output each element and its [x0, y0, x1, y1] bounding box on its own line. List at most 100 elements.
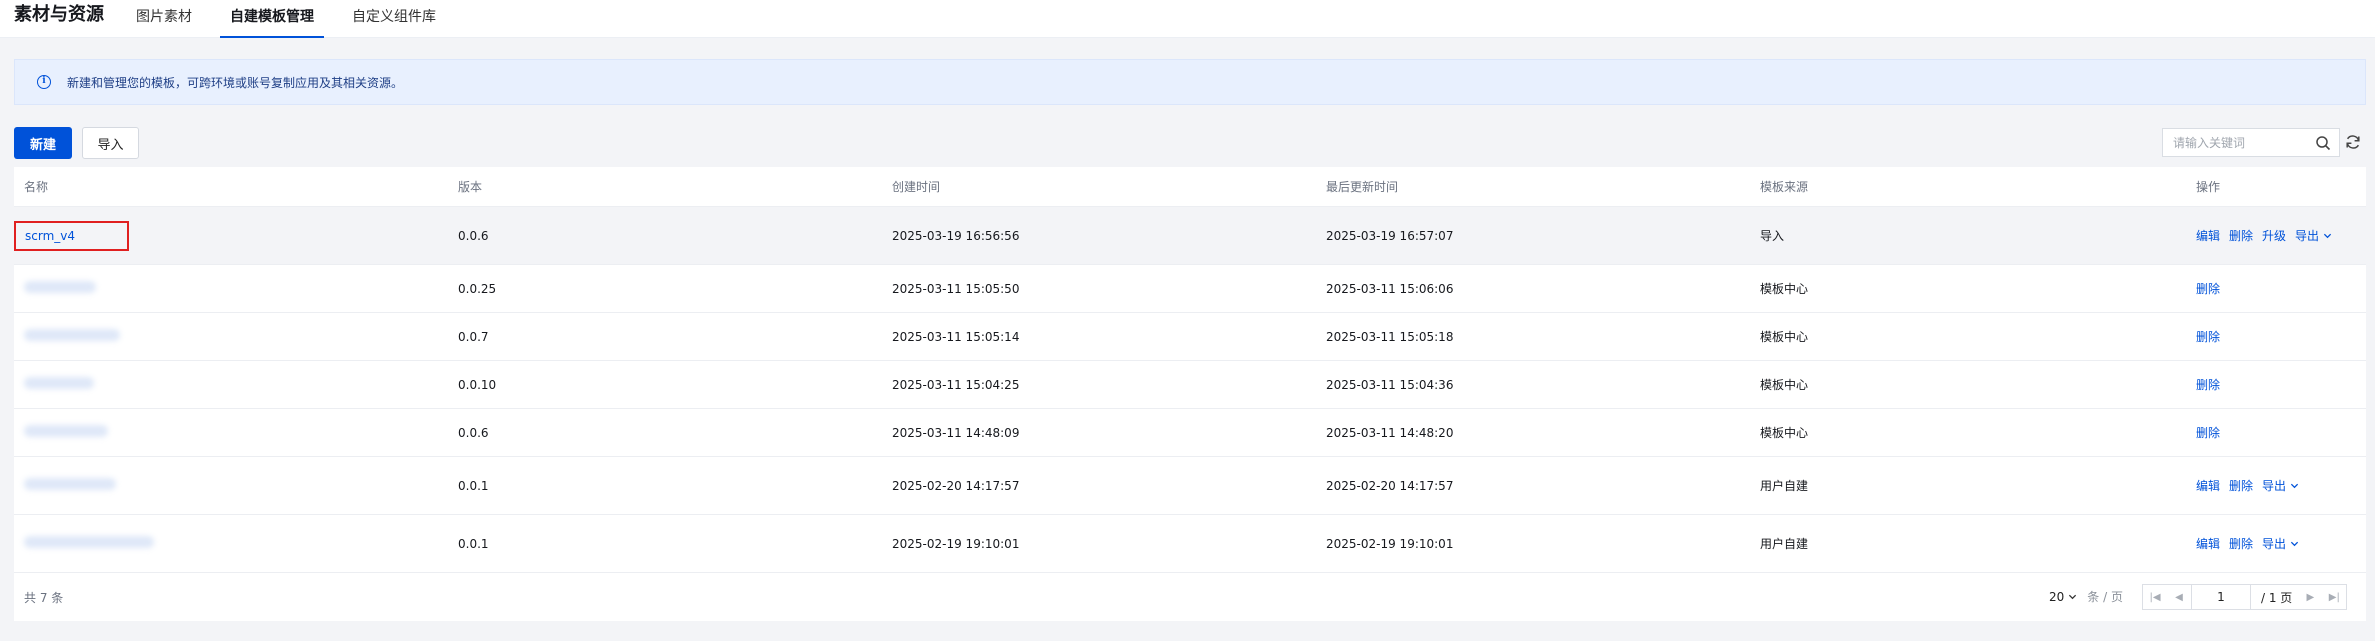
template-name-link[interactable] [24, 281, 96, 293]
total-pages: / 1 页 [2261, 590, 2293, 605]
table-footer: 共 7 条 20 条 / 页 |◀ ◀ 1 / 1 页 ▶ ▶| [14, 573, 2366, 621]
import-button[interactable]: 导入 [82, 127, 139, 159]
chevron-down-icon [2290, 483, 2299, 489]
table-row: 0.0.1 2025-02-20 14:17:57 2025-02-20 14:… [14, 457, 2366, 515]
export-dropdown[interactable]: 导出 [2262, 477, 2299, 494]
version-cell: 0.0.6 [458, 228, 489, 243]
chevron-down-icon [2323, 233, 2332, 239]
page-number-input[interactable]: 1 [2191, 585, 2251, 609]
column-header-created: 创建时间 [892, 180, 941, 194]
version-cell: 0.0.1 [458, 478, 489, 493]
source-cell: 模板中心 [1760, 378, 1809, 392]
edit-button[interactable]: 编辑 [2196, 477, 2220, 494]
tab-image-assets[interactable]: 图片素材 [136, 0, 192, 38]
row-actions: 删除 [2186, 376, 2366, 393]
edit-button[interactable]: 编辑 [2196, 227, 2220, 244]
chevron-down-icon [2290, 541, 2299, 547]
created-cell: 2025-02-19 19:10:01 [892, 536, 1020, 551]
created-cell: 2025-03-11 15:05:14 [892, 329, 1020, 344]
source-cell: 模板中心 [1760, 426, 1809, 440]
delete-button[interactable]: 删除 [2196, 424, 2220, 441]
info-icon: i [37, 75, 51, 89]
created-cell: 2025-03-11 14:48:09 [892, 425, 1020, 440]
column-header-version: 版本 [458, 180, 483, 194]
column-header-updated: 最后更新时间 [1326, 180, 1399, 194]
updated-cell: 2025-02-19 19:10:01 [1326, 536, 1454, 551]
updated-cell: 2025-03-11 15:04:36 [1326, 377, 1454, 392]
template-name-link[interactable] [24, 425, 108, 437]
updated-cell: 2025-03-11 15:05:18 [1326, 329, 1454, 344]
last-page-icon[interactable]: ▶| [2322, 585, 2346, 609]
edit-button[interactable]: 编辑 [2196, 535, 2220, 552]
template-name-link[interactable] [24, 329, 120, 341]
delete-button[interactable]: 删除 [2229, 535, 2253, 552]
source-cell: 模板中心 [1760, 330, 1809, 344]
export-dropdown[interactable]: 导出 [2262, 535, 2299, 552]
updated-cell: 2025-02-20 14:17:57 [1326, 478, 1454, 493]
tab-custom-components[interactable]: 自定义组件库 [352, 0, 436, 38]
created-cell: 2025-03-11 15:04:25 [892, 377, 1020, 392]
delete-button[interactable]: 删除 [2196, 328, 2220, 345]
delete-button[interactable]: 删除 [2229, 477, 2253, 494]
export-label: 导出 [2295, 229, 2320, 243]
prev-page-icon[interactable]: ◀ [2167, 585, 2191, 609]
page-size-value: 20 [2049, 589, 2065, 604]
source-cell: 用户自建 [1760, 479, 1809, 493]
chevron-down-icon [2069, 594, 2077, 600]
first-page-icon[interactable]: |◀ [2143, 585, 2167, 609]
row-actions: 删除 [2186, 328, 2366, 345]
notice-text: 新建和管理您的模板，可跨环境或账号复制应用及其相关资源。 [67, 75, 404, 90]
template-name-link[interactable] [24, 536, 154, 548]
template-name-link[interactable]: scrm_v4 [14, 220, 129, 251]
upgrade-button[interactable]: 升级 [2262, 227, 2286, 244]
tab-custom-templates[interactable]: 自建模板管理 [220, 0, 324, 38]
delete-button[interactable]: 删除 [2196, 376, 2220, 393]
version-cell: 0.0.1 [458, 536, 489, 551]
column-header-actions: 操作 [2196, 180, 2221, 194]
table-header: 名称 版本 创建时间 最后更新时间 模板来源 操作 [14, 167, 2366, 207]
row-actions: 删除 [2186, 424, 2366, 441]
top-bar: 素材与资源 图片素材 自建模板管理 自定义组件库 [0, 0, 2375, 38]
column-header-source: 模板来源 [1760, 180, 1809, 194]
pagination: |◀ ◀ 1 / 1 页 ▶ ▶| [2142, 584, 2348, 610]
row-actions: 删除 [2186, 280, 2366, 297]
version-cell: 0.0.7 [458, 329, 489, 344]
search-input[interactable] [2173, 135, 2313, 150]
page-size-select[interactable]: 20 条 / 页 [2049, 588, 2123, 605]
template-name-link[interactable] [24, 478, 116, 490]
export-label: 导出 [2262, 537, 2287, 551]
page-title: 素材与资源 [14, 4, 104, 25]
source-cell: 模板中心 [1760, 282, 1809, 296]
row-actions: 编辑 删除 导出 [2186, 535, 2366, 552]
table-row: 0.0.25 2025-03-11 15:05:50 2025-03-11 15… [14, 265, 2366, 313]
created-cell: 2025-02-20 14:17:57 [892, 478, 1020, 493]
export-dropdown[interactable]: 导出 [2295, 227, 2332, 244]
updated-cell: 2025-03-11 15:06:06 [1326, 281, 1454, 296]
table-row: 0.0.6 2025-03-11 14:48:09 2025-03-11 14:… [14, 409, 2366, 457]
template-table: 名称 版本 创建时间 最后更新时间 模板来源 操作 scrm_v4 0.0.6 … [14, 167, 2366, 621]
row-actions: 编辑 删除 导出 [2186, 477, 2366, 494]
tab-bar: 图片素材 自建模板管理 自定义组件库 [136, 0, 474, 38]
version-cell: 0.0.6 [458, 425, 489, 440]
delete-button[interactable]: 删除 [2229, 227, 2253, 244]
delete-button[interactable]: 删除 [2196, 280, 2220, 297]
table-row: 0.0.10 2025-03-11 15:04:25 2025-03-11 15… [14, 361, 2366, 409]
template-name-link[interactable] [24, 377, 94, 389]
row-actions: 编辑 删除 升级 导出 [2186, 227, 2366, 244]
column-header-name: 名称 [24, 180, 49, 194]
created-cell: 2025-03-11 15:05:50 [892, 281, 1020, 296]
source-cell: 导入 [1760, 229, 1785, 243]
version-cell: 0.0.25 [458, 281, 497, 296]
table-row: 0.0.1 2025-02-19 19:10:01 2025-02-19 19:… [14, 515, 2366, 573]
next-page-icon[interactable]: ▶ [2298, 585, 2322, 609]
new-button[interactable]: 新建 [14, 127, 72, 159]
source-cell: 用户自建 [1760, 537, 1809, 551]
total-count: 共 7 条 [24, 590, 64, 605]
search-icon[interactable] [2315, 135, 2331, 151]
table-row: scrm_v4 0.0.6 2025-03-19 16:56:56 2025-0… [14, 207, 2366, 265]
info-notice: i 新建和管理您的模板，可跨环境或账号复制应用及其相关资源。 [14, 59, 2366, 105]
search-box [2162, 128, 2340, 157]
version-cell: 0.0.10 [458, 377, 497, 392]
created-cell: 2025-03-19 16:56:56 [892, 228, 1020, 243]
refresh-icon[interactable] [2344, 133, 2362, 151]
